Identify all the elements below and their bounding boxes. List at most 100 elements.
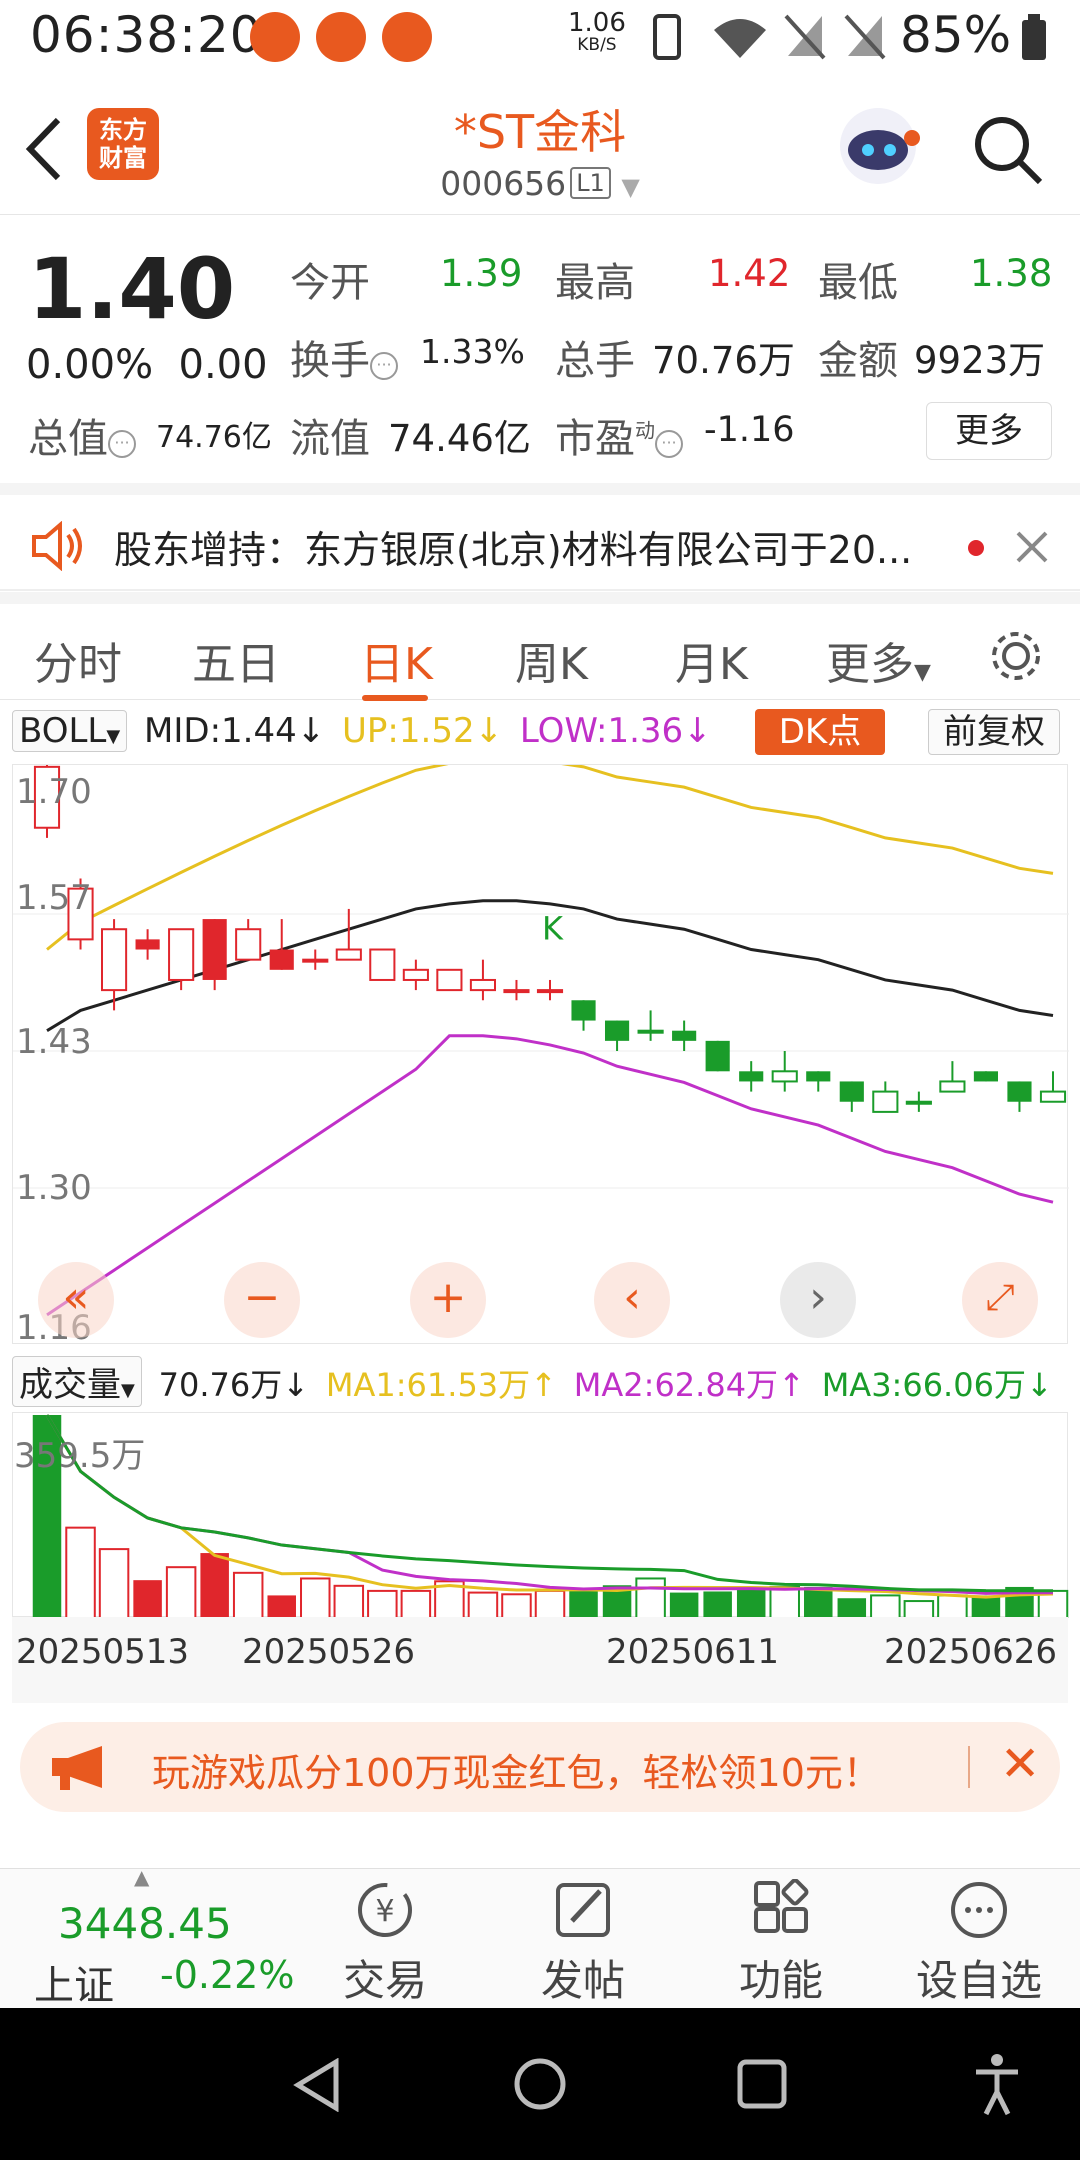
fullscreen-button[interactable]: ⤢ [962,1262,1038,1338]
volume-bar [635,1577,666,1620]
turnover-label: 换手 ··· [290,328,398,386]
scroll-right-button[interactable]: › [780,1262,856,1338]
zoom-out-button[interactable]: − [224,1262,300,1338]
volume-selector[interactable]: 成交量▼ [12,1356,142,1407]
nav-trade[interactable]: ¥ 交易 [320,1879,450,2008]
tab-five-day[interactable]: 五日 [192,628,280,692]
volume-max-label: 359.5万 [14,1436,146,1476]
tab-intraday[interactable]: 分时 [34,628,122,692]
recents-square-icon[interactable] [736,2058,788,2110]
status-bar: 06:38:20 1.06 KB/S 85% [0,0,1080,75]
news-ticker[interactable]: 股东增持：东方银原(北京)材料有限公司于20... [0,483,1080,591]
date-label: 20250513 [16,1632,190,1672]
candle [369,948,396,981]
volume-bar [669,1592,699,1618]
candle-body [806,1071,831,1082]
back-triangle-icon[interactable] [292,2058,342,2112]
volume-bar [569,1589,598,1618]
pe-value: -1.16 [704,410,795,450]
close-icon[interactable] [1014,529,1050,565]
mktcap-value: 74.76亿 [156,420,272,455]
volume-bar [903,1600,935,1619]
tab-daily-k[interactable]: 日K [360,628,433,692]
info-icon[interactable]: ··· [370,352,398,380]
scroll-left-button[interactable]: ‹ [594,1262,670,1338]
candle [335,908,362,961]
candle [973,1071,999,1082]
dk-point-button[interactable]: DK点 [755,709,885,755]
high-label: 最高 [555,260,635,306]
search-icon[interactable] [972,114,1044,186]
candle-body [1007,1081,1032,1102]
more-quote-button[interactable]: 更多 [926,402,1052,460]
volume-bar [165,1566,197,1619]
zoom-in-button[interactable]: + [410,1262,486,1338]
candle-body [872,1090,899,1113]
close-icon[interactable]: ✕ [1000,1736,1040,1792]
candle [536,979,564,1001]
candle-body [135,939,160,950]
adjust-button[interactable]: 前复权 [928,709,1060,755]
volume-bar [267,1595,296,1618]
tab-monthly-k[interactable]: 月K [675,628,748,692]
candle [939,1061,966,1093]
volume-bar [501,1593,532,1619]
level-badge: L1 [570,167,611,199]
boll-mid: MID:1.44↓ [144,711,326,751]
boll-selector-label: BOLL [19,711,107,751]
promo-text: 玩游戏瓜分100万现金红包，轻松领10元！ [152,1751,881,1795]
robot-assistant-icon[interactable] [834,102,922,190]
boll-low-value: LOW:1.36 [519,711,684,751]
candle [469,959,497,1001]
home-circle-icon[interactable] [512,2056,568,2112]
candle-body [1039,1090,1067,1103]
candle-body [905,1100,932,1105]
boll-up: UP:1.52↓ [342,711,504,751]
nav-functions[interactable]: 功能 [716,1879,846,2008]
chart-tabs: 分时 五日 日K 周K 月K 更多▼ [0,592,1080,701]
volume-bar [870,1594,901,1619]
volume-ma3-value: MA3:66.06万 [821,1366,1026,1404]
info-icon[interactable]: ··· [655,430,683,458]
candle-body [604,1020,630,1041]
tab-more[interactable]: 更多▼ [826,628,931,692]
change-value: 0.00 [178,342,268,388]
candle-body [235,928,262,961]
amount-value: 9923万 [914,339,1046,382]
volume-bar [300,1577,331,1620]
candle [503,979,530,1001]
bottom-bar: ▲ 3448.45 上证 -0.22% ¥ 交易 发帖 功能 设自选 [0,1865,1080,2009]
nav-add-watchlist[interactable]: 设自选 [914,1879,1044,2008]
scroll-far-left-button[interactable]: « [38,1262,114,1338]
y-tick-label: 1.57 [16,878,92,918]
stock-header: 东方 财富 *ST金科 000656 L1 ▼ [0,78,1080,215]
amount-label: 金额 [818,338,898,384]
promo-banner[interactable]: 玩游戏瓜分100万现金红包，轻松领10元！ ✕ [20,1722,1060,1812]
tab-weekly-k[interactable]: 周K [515,628,588,692]
date-label: 20250611 [606,1632,780,1672]
volume-ma2-value: MA2:62.84万 [573,1366,779,1404]
info-icon[interactable]: ··· [108,430,136,458]
accessibility-icon[interactable] [972,2052,1022,2116]
volume-chart[interactable] [12,1412,1069,1620]
volume-ma2: MA2:62.84万↑ [573,1366,805,1404]
yen-exchange-icon: ¥ [358,1883,412,1937]
candle-body [202,919,227,980]
kline-chart[interactable]: K [12,756,1069,1344]
candle-body [939,1080,966,1093]
low-value: 1.38 [970,252,1053,295]
volume-label: 总手 [555,338,635,384]
nav-add-watchlist-label: 设自选 [915,1956,1042,2005]
expand-up-icon[interactable]: ▲ [134,1865,149,1889]
candle [905,1091,932,1112]
volume-bar [769,1585,800,1620]
boll-selector[interactable]: BOLL▼ [12,710,128,752]
nav-functions-label: 功能 [738,1956,823,2005]
candle [771,1051,798,1092]
gear-icon[interactable] [986,626,1046,686]
turnover-label-text: 换手 [290,338,370,384]
date-label: 20250626 [884,1632,1058,1672]
candle-body [100,928,128,992]
volume-value: 70.76万 [652,339,795,382]
nav-post[interactable]: 发帖 [518,1879,648,2008]
